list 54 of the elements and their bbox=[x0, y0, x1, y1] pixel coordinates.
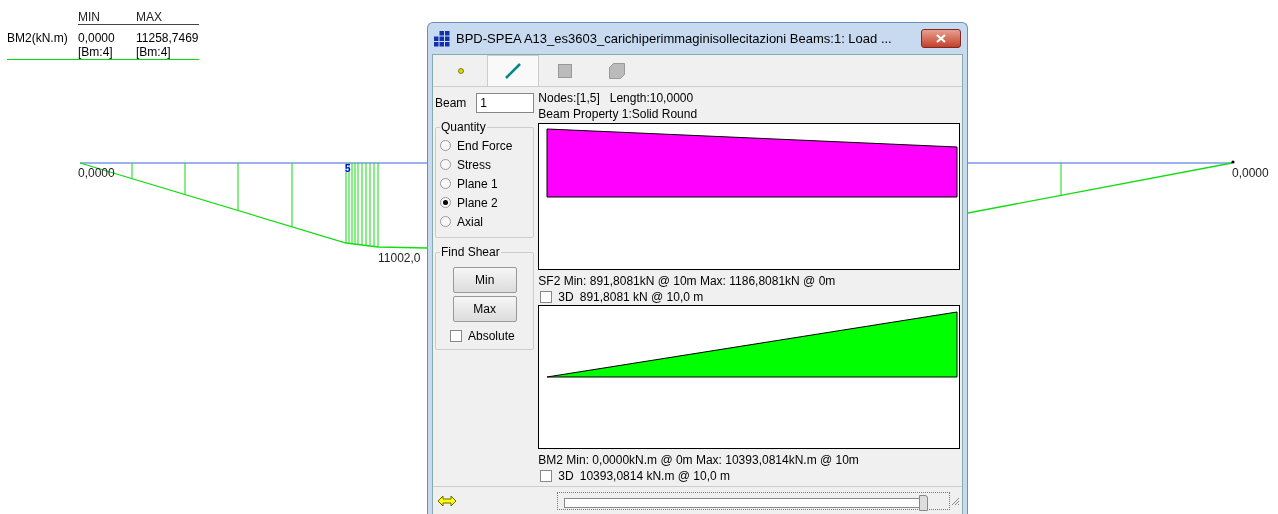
double-arrow-icon bbox=[437, 494, 457, 507]
checkbox-label: 3D bbox=[558, 469, 574, 483]
legend-beam: [Bm:4] bbox=[136, 45, 172, 59]
resize-grip-icon bbox=[950, 495, 960, 506]
beam-icon bbox=[504, 62, 522, 80]
radio-label: End Force bbox=[457, 138, 513, 153]
window-title: BPD-SPEA A13_es3603_carichiperimmaginisollecitazioni Beams:1: Load ... bbox=[456, 31, 893, 46]
plate-icon bbox=[558, 63, 572, 78]
toolbar-tab[interactable] bbox=[487, 55, 539, 86]
node-icon bbox=[458, 67, 464, 74]
legend-beam: [Bm:4] bbox=[78, 45, 114, 59]
slider-thumb[interactable] bbox=[919, 494, 929, 511]
radio-button[interactable] bbox=[440, 178, 451, 189]
app-icon bbox=[434, 30, 450, 47]
cube-icon bbox=[609, 62, 625, 79]
group-title: Find Shear bbox=[440, 245, 501, 259]
value-label: 11002,0 bbox=[378, 251, 421, 265]
legend-value: 0,0000 bbox=[78, 31, 116, 45]
legend-label: BM2(kN.m) bbox=[7, 31, 69, 45]
value-label: 0,0000 bbox=[1232, 166, 1269, 180]
close-icon bbox=[936, 34, 946, 43]
plot-reading: 10393,0814 kN.m @ 10,0 m bbox=[579, 469, 730, 483]
checkbox-label: Absolute bbox=[468, 329, 515, 343]
radio-button[interactable] bbox=[440, 197, 451, 208]
beam-input[interactable]: 1 bbox=[476, 93, 535, 113]
radio-button[interactable] bbox=[440, 159, 451, 170]
info-text: Beam Property 1:Solid Round bbox=[538, 107, 699, 123]
find-button[interactable]: Min bbox=[452, 267, 517, 293]
legend-header: MIN bbox=[78, 10, 136, 25]
radio-label: Axial bbox=[457, 214, 483, 229]
info-text: Length:10,0000 bbox=[609, 91, 694, 107]
group-title: Quantity bbox=[440, 120, 487, 134]
info-text: Nodes:[1,5] bbox=[538, 91, 600, 107]
radio-button[interactable] bbox=[440, 216, 451, 227]
legend-header: MAX bbox=[136, 10, 199, 25]
close-button[interactable] bbox=[921, 29, 961, 48]
plot-reading: 891,8081 kN @ 10,0 m bbox=[579, 290, 704, 304]
radio-button[interactable] bbox=[440, 140, 451, 151]
find-button[interactable]: Max bbox=[452, 296, 517, 322]
checkbox-label: 3D bbox=[558, 290, 574, 304]
radio-label: Stress bbox=[457, 157, 491, 172]
value-label: 0,0000 bbox=[78, 166, 115, 180]
plot-summary: BM2 Min: 0,0000kN.m @ 0m Max: 10393,0814kN.m @ 10m bbox=[538, 453, 860, 468]
legend-value: 11258,7469 bbox=[136, 31, 199, 45]
radio-label: Plane 1 bbox=[457, 176, 498, 191]
radio-label: Plane 2 bbox=[457, 195, 498, 210]
node-label: 5 bbox=[345, 163, 351, 174]
field-label: Beam bbox=[435, 96, 467, 110]
checkbox[interactable] bbox=[540, 291, 553, 303]
plot-summary: SF2 Min: 891,8081kN @ 10m Max: 1186,8081kN @ 0m bbox=[538, 274, 837, 289]
checkbox[interactable] bbox=[450, 330, 462, 342]
node-point bbox=[1231, 160, 1235, 164]
slider[interactable] bbox=[556, 491, 951, 510]
checkbox[interactable] bbox=[540, 470, 553, 482]
